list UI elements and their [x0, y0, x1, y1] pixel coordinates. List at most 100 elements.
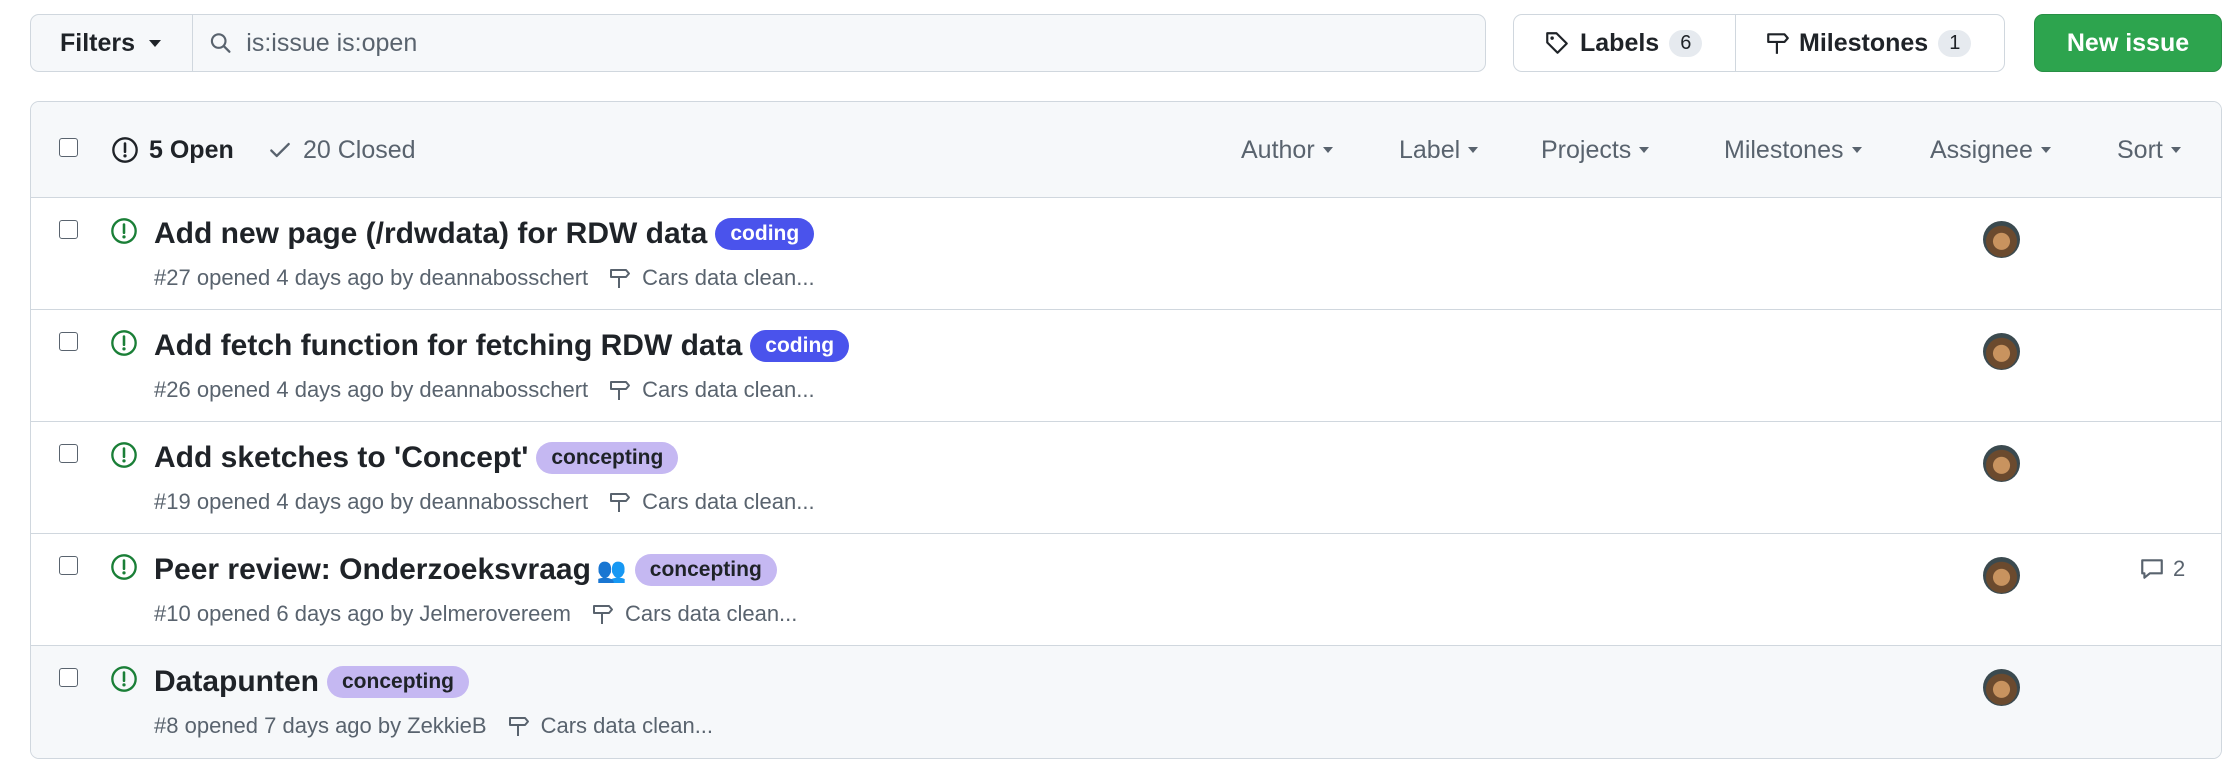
- issue-number: #19: [154, 489, 191, 514]
- milestone-icon: [592, 605, 613, 624]
- issue-title-line: Add new page (/rdwdata) for RDW data cod…: [154, 217, 815, 251]
- issue-meta: #27 opened 4 days ago by deannabosschert…: [154, 265, 815, 291]
- issue-author-link[interactable]: deannabosschert: [419, 265, 588, 291]
- issue-label-badge[interactable]: concepting: [536, 442, 679, 474]
- issue-milestone-link[interactable]: Cars data clean...: [507, 713, 713, 739]
- caret-down-icon: [149, 39, 162, 47]
- issue-title-link[interactable]: Add fetch function for fetching RDW data: [154, 329, 742, 363]
- filters-label: Filters: [60, 28, 136, 57]
- issue-row: Add sketches to 'Concept' concepting #19…: [31, 422, 2221, 534]
- issue-label-badge[interactable]: concepting: [634, 554, 777, 586]
- issue-row: Add new page (/rdwdata) for RDW data cod…: [31, 198, 2221, 310]
- issue-author-link[interactable]: deannabosschert: [419, 377, 588, 403]
- issue-checkbox[interactable]: [59, 220, 78, 239]
- select-all-checkbox[interactable]: [59, 138, 78, 157]
- issue-milestone-link[interactable]: Cars data clean...: [608, 377, 815, 403]
- issue-label-badge[interactable]: coding: [750, 330, 850, 362]
- tag-icon: [1546, 32, 1568, 54]
- milestones-count-badge: 1: [1938, 29, 1972, 57]
- milestone-icon: [610, 493, 631, 512]
- issue-meta: #19 opened 4 days ago by deannabosschert…: [154, 489, 815, 515]
- issue-milestone-label: Cars data clean...: [642, 265, 815, 290]
- labels-button[interactable]: Labels 6: [1514, 15, 1736, 71]
- people-emoji-icon: 👥: [596, 556, 627, 584]
- issue-checkbox[interactable]: [59, 668, 78, 687]
- issues-list-header: 5 Open 20 Closed Author Label Projects M…: [31, 102, 2221, 198]
- author-filter[interactable]: Author: [1241, 102, 1333, 198]
- issue-checkbox[interactable]: [59, 444, 78, 463]
- issue-number: #10: [154, 601, 191, 626]
- assignee-avatar[interactable]: [1983, 557, 2020, 594]
- search-input[interactable]: [246, 28, 1485, 58]
- label-filter-label: Label: [1399, 135, 1461, 164]
- assignee-filter[interactable]: Assignee: [1930, 102, 2051, 198]
- issue-milestone-label: Cars data clean...: [624, 601, 798, 626]
- issue-milestone-link[interactable]: Cars data clean...: [608, 489, 815, 515]
- issue-title-link[interactable]: Datapunten: [154, 665, 319, 699]
- assignee-avatar[interactable]: [1983, 221, 2020, 258]
- issue-number: #27: [154, 265, 191, 290]
- issue-search-box[interactable]: [193, 14, 1486, 72]
- projects-filter[interactable]: Projects: [1541, 102, 1650, 198]
- milestones-filter-label: Milestones: [1724, 135, 1844, 164]
- assignee-avatar[interactable]: [1983, 333, 2020, 370]
- open-count-label: 5 Open: [149, 135, 234, 164]
- caret-down-icon: [1639, 147, 1650, 153]
- milestones-label: Milestones: [1799, 28, 1929, 57]
- new-issue-button[interactable]: New issue: [2034, 14, 2222, 72]
- issue-comments-count: 2: [2173, 556, 2186, 581]
- caret-down-icon: [1851, 147, 1862, 153]
- issue-label-badge[interactable]: coding: [715, 218, 815, 250]
- label-filter[interactable]: Label: [1399, 102, 1479, 198]
- issue-checkbox[interactable]: [59, 556, 78, 575]
- labels-milestones-group: Labels 6 Milestones 1: [1513, 14, 2005, 72]
- issue-open-icon: [111, 666, 137, 692]
- issue-author-link[interactable]: ZekkieB: [407, 713, 486, 739]
- assignee-filter-label: Assignee: [1930, 135, 2033, 164]
- issues-list: 5 Open 20 Closed Author Label Projects M…: [30, 101, 2222, 759]
- issue-title-link[interactable]: Add new page (/rdwdata) for RDW data: [154, 217, 707, 251]
- open-issues-tab[interactable]: 5 Open: [111, 102, 234, 198]
- issue-milestone-link[interactable]: Cars data clean...: [608, 265, 815, 291]
- issue-milestone-label: Cars data clean...: [642, 489, 815, 514]
- issue-author-link[interactable]: Jelmerovereem: [419, 601, 571, 627]
- issue-number: #8: [154, 713, 179, 738]
- issue-label-badge[interactable]: concepting: [327, 666, 470, 698]
- issue-title-line: Add fetch function for fetching RDW data…: [154, 329, 850, 363]
- issue-comments-link[interactable]: 2: [2139, 556, 2185, 582]
- issue-author-link[interactable]: deannabosschert: [419, 489, 588, 515]
- issues-toolbar: Filters Labels 6 Milestones 1: [30, 14, 2222, 72]
- milestones-filter[interactable]: Milestones: [1724, 102, 1862, 198]
- assignee-avatar[interactable]: [1983, 445, 2020, 482]
- issue-opened-text: opened 6 days ago by: [196, 601, 414, 626]
- caret-down-icon: [2170, 147, 2181, 153]
- issue-open-icon: [111, 218, 137, 244]
- author-filter-label: Author: [1241, 135, 1315, 164]
- closed-issues-tab[interactable]: 20 Closed: [267, 102, 416, 198]
- sort-filter[interactable]: Sort: [2117, 102, 2181, 198]
- issue-milestone-label: Cars data clean...: [540, 713, 714, 738]
- assignee-avatar[interactable]: [1983, 669, 2020, 706]
- labels-count-badge: 6: [1669, 29, 1703, 57]
- issue-opened-text: opened 4 days ago by: [196, 377, 414, 402]
- milestones-button[interactable]: Milestones 1: [1736, 15, 2004, 71]
- issue-number: #26: [154, 377, 191, 402]
- issue-open-icon: [111, 442, 137, 468]
- issue-opened-text: opened 4 days ago by: [196, 489, 414, 514]
- issue-title-line: Add sketches to 'Concept' concepting: [154, 441, 679, 475]
- issue-meta: #8 opened 7 days ago by ZekkieB Cars dat…: [154, 713, 713, 739]
- issue-open-icon: [112, 137, 138, 163]
- milestone-icon: [610, 269, 631, 288]
- caret-down-icon: [2040, 147, 2051, 153]
- issue-checkbox[interactable]: [59, 332, 78, 351]
- search-icon: [210, 33, 231, 53]
- issue-opened-text: opened 4 days ago by: [196, 265, 414, 290]
- projects-filter-label: Projects: [1541, 135, 1632, 164]
- caret-down-icon: [1322, 147, 1333, 153]
- closed-count-label: 20 Closed: [303, 135, 416, 164]
- issue-title-link[interactable]: Add sketches to 'Concept': [154, 441, 528, 475]
- milestone-icon: [610, 381, 631, 400]
- issue-title-link[interactable]: Peer review: Onderzoeksvraag: [154, 553, 591, 587]
- issue-milestone-link[interactable]: Cars data clean...: [591, 601, 797, 627]
- filters-dropdown-button[interactable]: Filters: [30, 14, 193, 72]
